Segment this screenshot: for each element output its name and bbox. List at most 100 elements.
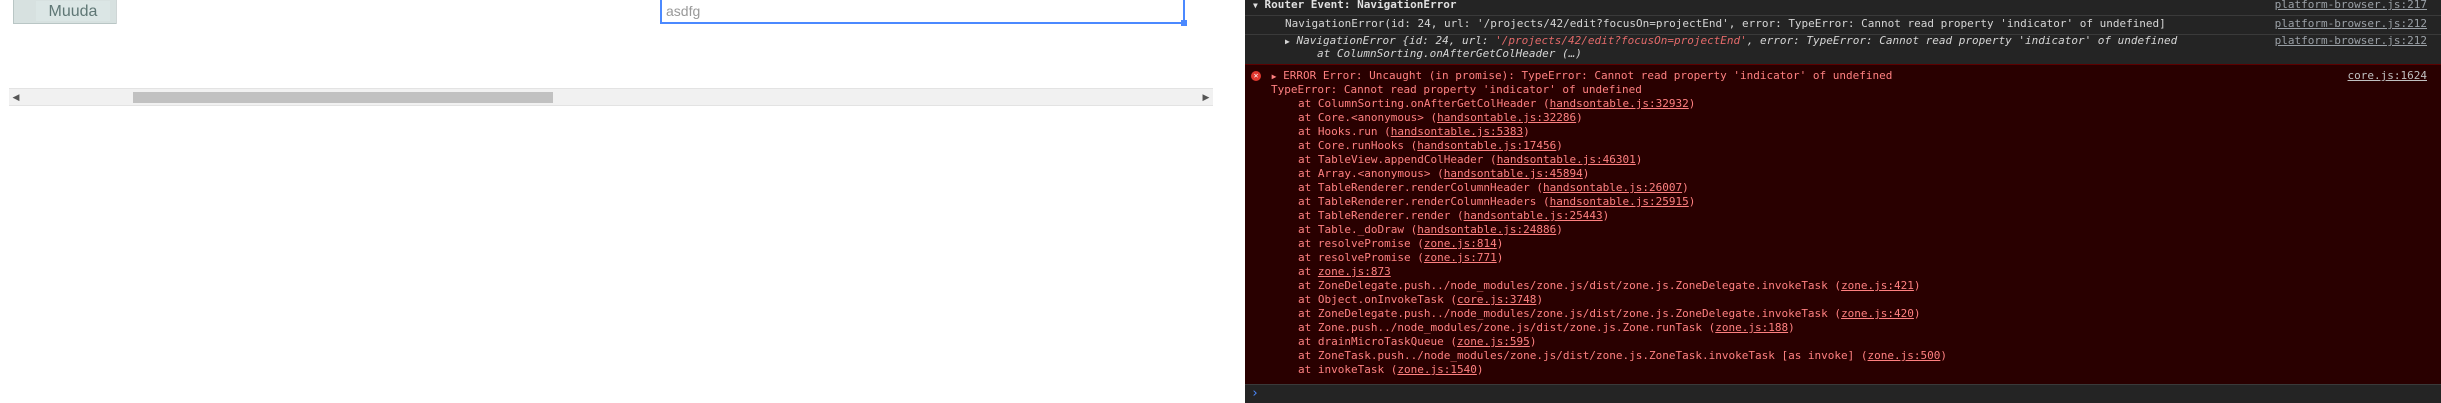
stack-frame-link[interactable]: handsontable.js:26007 — [1543, 181, 1682, 194]
spreadsheet-pane: Muuda asdfg ◀ ▶ — [0, 0, 1245, 402]
horizontal-scrollbar[interactable]: ◀ ▶ — [9, 88, 1213, 106]
stack-frame-link[interactable]: handsontable.js:25443 — [1464, 209, 1603, 222]
stack-frame-suffix: ) — [1788, 321, 1795, 334]
stack-frame-text: at ZoneTask.push../node_modules/zone.js/… — [1298, 349, 1868, 362]
stack-frame-link[interactable]: zone.js:1540 — [1397, 363, 1476, 376]
object-url: '/projects/42/edit?focusOn=projectEnd' — [1495, 34, 1747, 47]
stack-frame-text: at — [1298, 265, 1318, 278]
action-cell: Muuda — [13, 0, 117, 24]
scroll-left-icon[interactable]: ◀ — [11, 92, 21, 102]
stack-frame-link[interactable]: handsontable.js:5383 — [1391, 125, 1523, 138]
navigation-error-line: NavigationError(id: 24, url: '/projects/… — [1285, 17, 2166, 30]
stack-frame-text: at resolvePromise ( — [1298, 237, 1424, 250]
stack-frame-link[interactable]: handsontable.js:25915 — [1550, 195, 1689, 208]
stack-frame-link[interactable]: zone.js:771 — [1424, 251, 1497, 264]
stack-frame-link[interactable]: zone.js:188 — [1715, 321, 1788, 334]
stack-frame-text: at ColumnSorting.onAfterGetColHeader ( — [1298, 97, 1550, 110]
stack-frame-text: at TableRenderer.render ( — [1298, 209, 1464, 222]
stack-frame-suffix: ) — [1476, 363, 1484, 376]
stack-frame-link[interactable]: zone.js:873 — [1318, 265, 1391, 278]
stack-frame-text: at Hooks.run ( — [1298, 125, 1391, 138]
stack-frame-text: at drainMicroTaskQueue ( — [1298, 335, 1457, 348]
stack-frame-text: at ZoneDelegate.push../node_modules/zone… — [1298, 307, 1842, 320]
stack-frame: at ZoneDelegate.push../node_modules/zone… — [1298, 279, 1921, 293]
stack-frame: at TableRenderer.renderColumnHeader (han… — [1298, 181, 1689, 195]
stack-frame-link[interactable]: zone.js:421 — [1841, 279, 1914, 292]
stack-frame: at zone.js:873 — [1298, 265, 1391, 279]
stack-frame-link[interactable]: core.js:3748 — [1457, 293, 1536, 306]
stack-frame-text: at Core.runHooks ( — [1298, 139, 1418, 152]
stack-frame: at drainMicroTaskQueue (zone.js:595) — [1298, 335, 1536, 349]
stack-frame: at Object.onInvokeTask (core.js:3748) — [1298, 293, 1543, 307]
stack-frame-link[interactable]: zone.js:420 — [1841, 307, 1914, 320]
error-message-block: ✕ ▶ ERROR Error: Uncaught (in promise): … — [1245, 64, 2441, 385]
stack-frame-link[interactable]: handsontable.js:32286 — [1437, 111, 1576, 124]
stack-frame: at ZoneTask.push../node_modules/zone.js/… — [1298, 349, 1947, 363]
stack-frame: at resolvePromise (zone.js:771) — [1298, 251, 1503, 265]
chevron-down-icon[interactable]: ▼ — [1253, 1, 1258, 10]
stack-frame-link[interactable]: handsontable.js:17456 — [1417, 139, 1556, 152]
stack-frame-suffix: ) — [1496, 251, 1504, 264]
group-header-row[interactable]: ▼ Router Event: NavigationError — [1253, 0, 2441, 14]
stack-frame-suffix: ) — [1556, 223, 1563, 236]
stack-frame-link[interactable]: handsontable.js:24886 — [1417, 223, 1556, 236]
devtools-console: ▼ Router Event: NavigationError platform… — [1245, 0, 2441, 403]
chevron-right-icon[interactable]: ▶ — [1272, 72, 1277, 81]
source-link[interactable]: core.js:1624 — [2348, 69, 2427, 83]
stack-frame-suffix: ) — [1940, 349, 1948, 362]
source-link[interactable]: platform-browser.js:212 — [2275, 34, 2427, 48]
stack-frame: at TableRenderer.renderColumnHeaders (ha… — [1298, 195, 1695, 209]
stack-frame: at ColumnSorting.onAfterGetColHeader (ha… — [1298, 97, 1695, 111]
stack-frame: at resolvePromise (zone.js:814) — [1298, 237, 1503, 251]
stack-frame-link[interactable]: handsontable.js:32932 — [1550, 97, 1689, 110]
stack-frame: at Table._doDraw (handsontable.js:24886) — [1298, 223, 1563, 237]
stack-frame: at TableView.appendColHeader (handsontab… — [1298, 153, 1642, 167]
stack-frame-text: at Table._doDraw ( — [1298, 223, 1418, 236]
stack-frame-suffix: ) — [1688, 97, 1696, 110]
error-subtitle: TypeError: Cannot read property 'indicat… — [1271, 83, 1642, 96]
error-head-row[interactable]: ✕ ▶ ERROR Error: Uncaught (in promise): … — [1251, 69, 2441, 83]
scroll-right-icon[interactable]: ▶ — [1201, 92, 1211, 102]
source-link[interactable]: platform-browser.js:212 — [2275, 15, 2427, 33]
stack-frame-link[interactable]: zone.js:500 — [1868, 349, 1941, 362]
stack-frame-link[interactable]: handsontable.js:45894 — [1444, 167, 1583, 180]
chevron-right-icon[interactable]: ▶ — [1285, 37, 1290, 46]
stack-frame-suffix: ) — [1913, 307, 1921, 320]
prompt-caret-icon: › — [1251, 386, 1259, 401]
stack-frame-text: at TableView.appendColHeader ( — [1298, 153, 1497, 166]
stack-frame: at Core.<anonymous> (handsontable.js:322… — [1298, 111, 1583, 125]
stack-frame-link[interactable]: zone.js:595 — [1457, 335, 1530, 348]
stack-frame-text: at resolvePromise ( — [1298, 251, 1424, 264]
stack-frame: at TableRenderer.render (handsontable.js… — [1298, 209, 1609, 223]
object-suffix: , error: TypeError: Cannot read property… — [1746, 34, 2178, 47]
stack-frame-suffix: ) — [1523, 125, 1530, 138]
error-head-text: ERROR Error: Uncaught (in promise): Type… — [1283, 69, 1893, 82]
stack-frame: at Zone.push../node_modules/zone.js/dist… — [1298, 321, 1795, 335]
object-prefix: NavigationError {id: 24, url: — [1296, 34, 1496, 47]
stack-frame-suffix: ) — [1582, 167, 1590, 180]
cell-editor-input[interactable]: asdfg — [660, 0, 1185, 24]
navigation-error-object[interactable]: ▶ NavigationError {id: 24, url: '/projec… — [1285, 34, 2441, 48]
column-divider — [116, 0, 117, 24]
object-line-2: at ColumnSorting.onAfterGetColHeader (…) — [1317, 47, 1582, 60]
stack-frame-suffix: ) — [1576, 111, 1583, 124]
stack-frame-text: at Core.<anonymous> ( — [1298, 111, 1438, 124]
stack-frame-link[interactable]: zone.js:814 — [1424, 237, 1497, 250]
scrollbar-thumb[interactable] — [133, 92, 553, 103]
group-header-text: Router Event: NavigationError — [1264, 0, 1457, 11]
stack-frame-suffix: ) — [1536, 293, 1544, 306]
muuda-button[interactable]: Muuda — [36, 1, 110, 21]
console-prompt[interactable]: › — [1245, 384, 2441, 403]
source-link[interactable]: platform-browser.js:217 — [2275, 0, 2427, 14]
stack-frame-text: at ZoneDelegate.push../node_modules/zone… — [1298, 279, 1842, 292]
fill-handle[interactable] — [1181, 20, 1187, 26]
stack-frame-link[interactable]: handsontable.js:46301 — [1497, 153, 1636, 166]
stack-frame-text: at TableRenderer.renderColumnHeaders ( — [1298, 195, 1550, 208]
error-circle-icon: ✕ — [1251, 71, 1261, 81]
stack-frame-suffix: ) — [1496, 237, 1504, 250]
stack-frame-text: at Array.<anonymous> ( — [1298, 167, 1444, 180]
stack-frame-suffix: ) — [1682, 181, 1689, 194]
stack-frame: at Array.<anonymous> (handsontable.js:45… — [1298, 167, 1589, 181]
stack-frame-text: at TableRenderer.renderColumnHeader ( — [1298, 181, 1544, 194]
stack-frame: at Hooks.run (handsontable.js:5383) — [1298, 125, 1530, 139]
